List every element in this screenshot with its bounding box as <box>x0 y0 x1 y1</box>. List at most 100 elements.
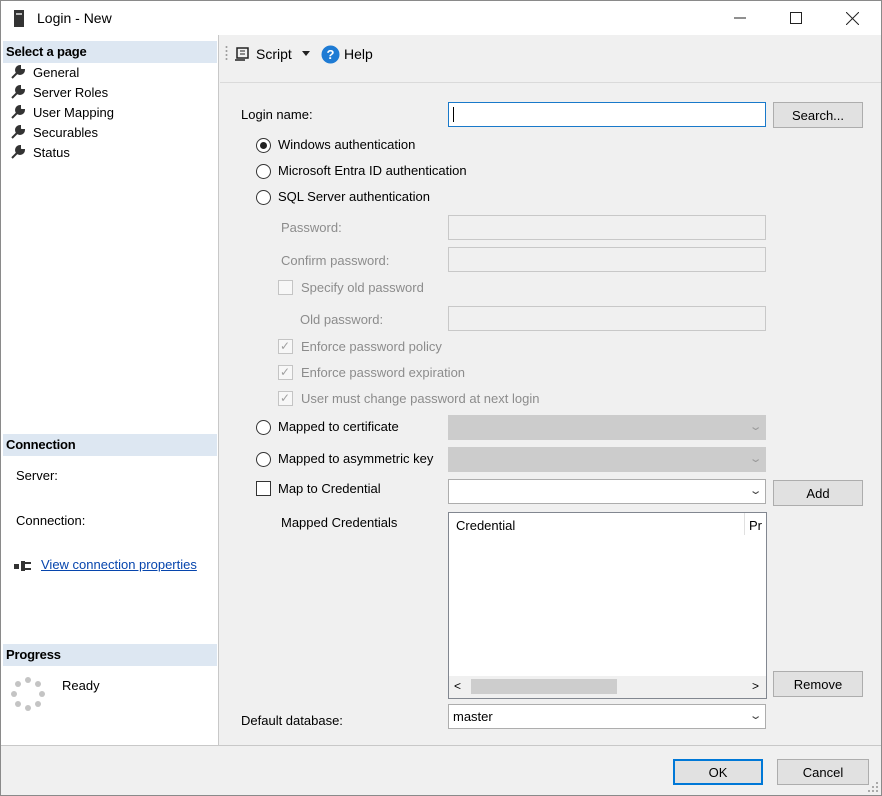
progress-status: Ready <box>62 678 100 693</box>
scroll-left-icon[interactable]: < <box>454 679 461 693</box>
horizontal-scrollbar[interactable]: < > <box>449 676 766 698</box>
chevron-down-icon: ⌄ <box>748 710 763 722</box>
asymmetric-key-combo[interactable]: ⌄ <box>448 447 766 472</box>
specify-old-password-label: Specify old password <box>301 280 424 295</box>
mapped-credentials-grid[interactable]: Credential Pr < > <box>448 512 767 699</box>
grid-column-provider: Pr <box>749 518 762 533</box>
wrench-icon <box>11 85 25 99</box>
chevron-down-icon: ⌄ <box>748 485 763 497</box>
entra-auth-label: Microsoft Entra ID authentication <box>278 163 467 178</box>
maximize-icon <box>790 12 802 24</box>
help-label: Help <box>344 46 373 62</box>
page-item-label: Server Roles <box>33 84 109 100</box>
page-item-status[interactable]: Status <box>11 142 70 162</box>
login-name-input[interactable] <box>448 102 766 127</box>
windows-auth-label: Windows authentication <box>278 137 416 152</box>
map-credential-label: Map to Credential <box>278 481 381 496</box>
check-icon: ✓ <box>280 365 291 379</box>
chevron-down-icon: ⌄ <box>748 453 763 465</box>
password-label: Password: <box>281 220 342 235</box>
sql-auth-radio[interactable] <box>256 190 271 205</box>
enforce-expiration-label: Enforce password expiration <box>301 365 466 380</box>
specify-old-password-checkbox[interactable] <box>278 280 293 295</box>
default-database-combo[interactable]: master ⌄ <box>448 704 766 729</box>
page-item-label: User Mapping <box>33 104 114 120</box>
mapped-credentials-label: Mapped Credentials <box>281 515 398 530</box>
search-button[interactable]: Search... <box>773 102 863 128</box>
page-item-label: Securables <box>33 124 99 140</box>
close-icon <box>845 11 859 25</box>
wrench-icon <box>11 125 25 139</box>
old-password-input[interactable] <box>448 306 766 331</box>
resize-grip-icon[interactable] <box>867 781 879 793</box>
must-change-label: User must change password at next login <box>301 391 540 406</box>
map-credential-checkbox[interactable] <box>256 481 271 496</box>
scrollbar-thumb[interactable] <box>471 679 617 694</box>
grid-column-credential[interactable]: Credential <box>456 518 515 533</box>
default-database-label: Default database: <box>241 713 343 728</box>
progress-header: Progress <box>3 644 217 666</box>
progress-spinner-icon <box>11 677 45 711</box>
toolbar: Script ? Help <box>220 35 881 83</box>
chevron-down-icon[interactable] <box>301 51 310 57</box>
mapped-cert-label: Mapped to certificate <box>278 419 399 434</box>
confirm-password-label: Confirm password: <box>281 253 390 268</box>
enforce-policy-checkbox[interactable]: ✓ <box>278 339 293 354</box>
help-button[interactable]: ? Help <box>321 43 373 65</box>
chevron-down-icon: ⌄ <box>748 421 763 433</box>
ok-button[interactable]: OK <box>673 759 763 785</box>
window-title: Login - New <box>37 10 112 26</box>
must-change-checkbox[interactable]: ✓ <box>278 391 293 406</box>
entra-auth-radio[interactable] <box>256 164 271 179</box>
page-item-user-mapping[interactable]: User Mapping <box>11 102 114 122</box>
help-icon: ? <box>321 45 340 63</box>
left-pane: Select a page General Server Roles User … <box>1 35 219 745</box>
credential-combo[interactable]: ⌄ <box>448 479 766 504</box>
text-cursor <box>453 107 454 122</box>
title-bar: Login - New <box>1 1 881 35</box>
check-icon: ✓ <box>280 391 291 405</box>
wrench-icon <box>11 145 25 159</box>
old-password-label: Old password: <box>300 312 384 327</box>
sql-auth-label: SQL Server authentication <box>278 189 430 204</box>
column-divider <box>744 513 745 535</box>
certificate-combo[interactable]: ⌄ <box>448 415 766 440</box>
app-icon <box>14 10 24 27</box>
plug-icon <box>14 561 31 571</box>
mapped-asym-label: Mapped to asymmetric key <box>278 451 434 466</box>
script-label: Script <box>256 46 292 62</box>
add-button[interactable]: Add <box>773 480 863 506</box>
script-icon <box>235 47 249 61</box>
page-item-general[interactable]: General <box>11 62 79 82</box>
windows-auth-radio[interactable] <box>256 138 271 153</box>
script-button[interactable]: Script <box>234 43 310 65</box>
maximize-button[interactable] <box>773 1 819 35</box>
page-item-label: General <box>33 64 80 80</box>
select-page-header: Select a page <box>3 41 217 63</box>
mapped-cert-radio[interactable] <box>256 420 271 435</box>
password-input[interactable] <box>448 215 766 240</box>
svg-text:?: ? <box>327 47 335 62</box>
toolbar-grip-icon <box>225 46 228 60</box>
connection-header: Connection <box>3 434 217 456</box>
remove-button[interactable]: Remove <box>773 671 863 697</box>
server-label: Server: <box>16 468 58 483</box>
close-button[interactable] <box>829 1 875 35</box>
page-item-label: Status <box>33 144 70 160</box>
login-name-label: Login name: <box>241 107 313 122</box>
default-database-value: master <box>453 709 493 724</box>
view-connection-properties-link[interactable]: View connection properties <box>41 557 197 572</box>
page-item-server-roles[interactable]: Server Roles <box>11 82 108 102</box>
connection-label: Connection: <box>16 513 86 528</box>
check-icon: ✓ <box>280 339 291 353</box>
cancel-button[interactable]: Cancel <box>777 759 869 785</box>
wrench-icon <box>11 65 25 79</box>
mapped-asym-radio[interactable] <box>256 452 271 467</box>
minimize-icon <box>734 17 746 19</box>
wrench-icon <box>11 105 25 119</box>
confirm-password-input[interactable] <box>448 247 766 272</box>
page-item-securables[interactable]: Securables <box>11 122 98 142</box>
enforce-expiration-checkbox[interactable]: ✓ <box>278 365 293 380</box>
scroll-right-icon[interactable]: > <box>752 679 759 693</box>
minimize-button[interactable] <box>717 1 763 35</box>
